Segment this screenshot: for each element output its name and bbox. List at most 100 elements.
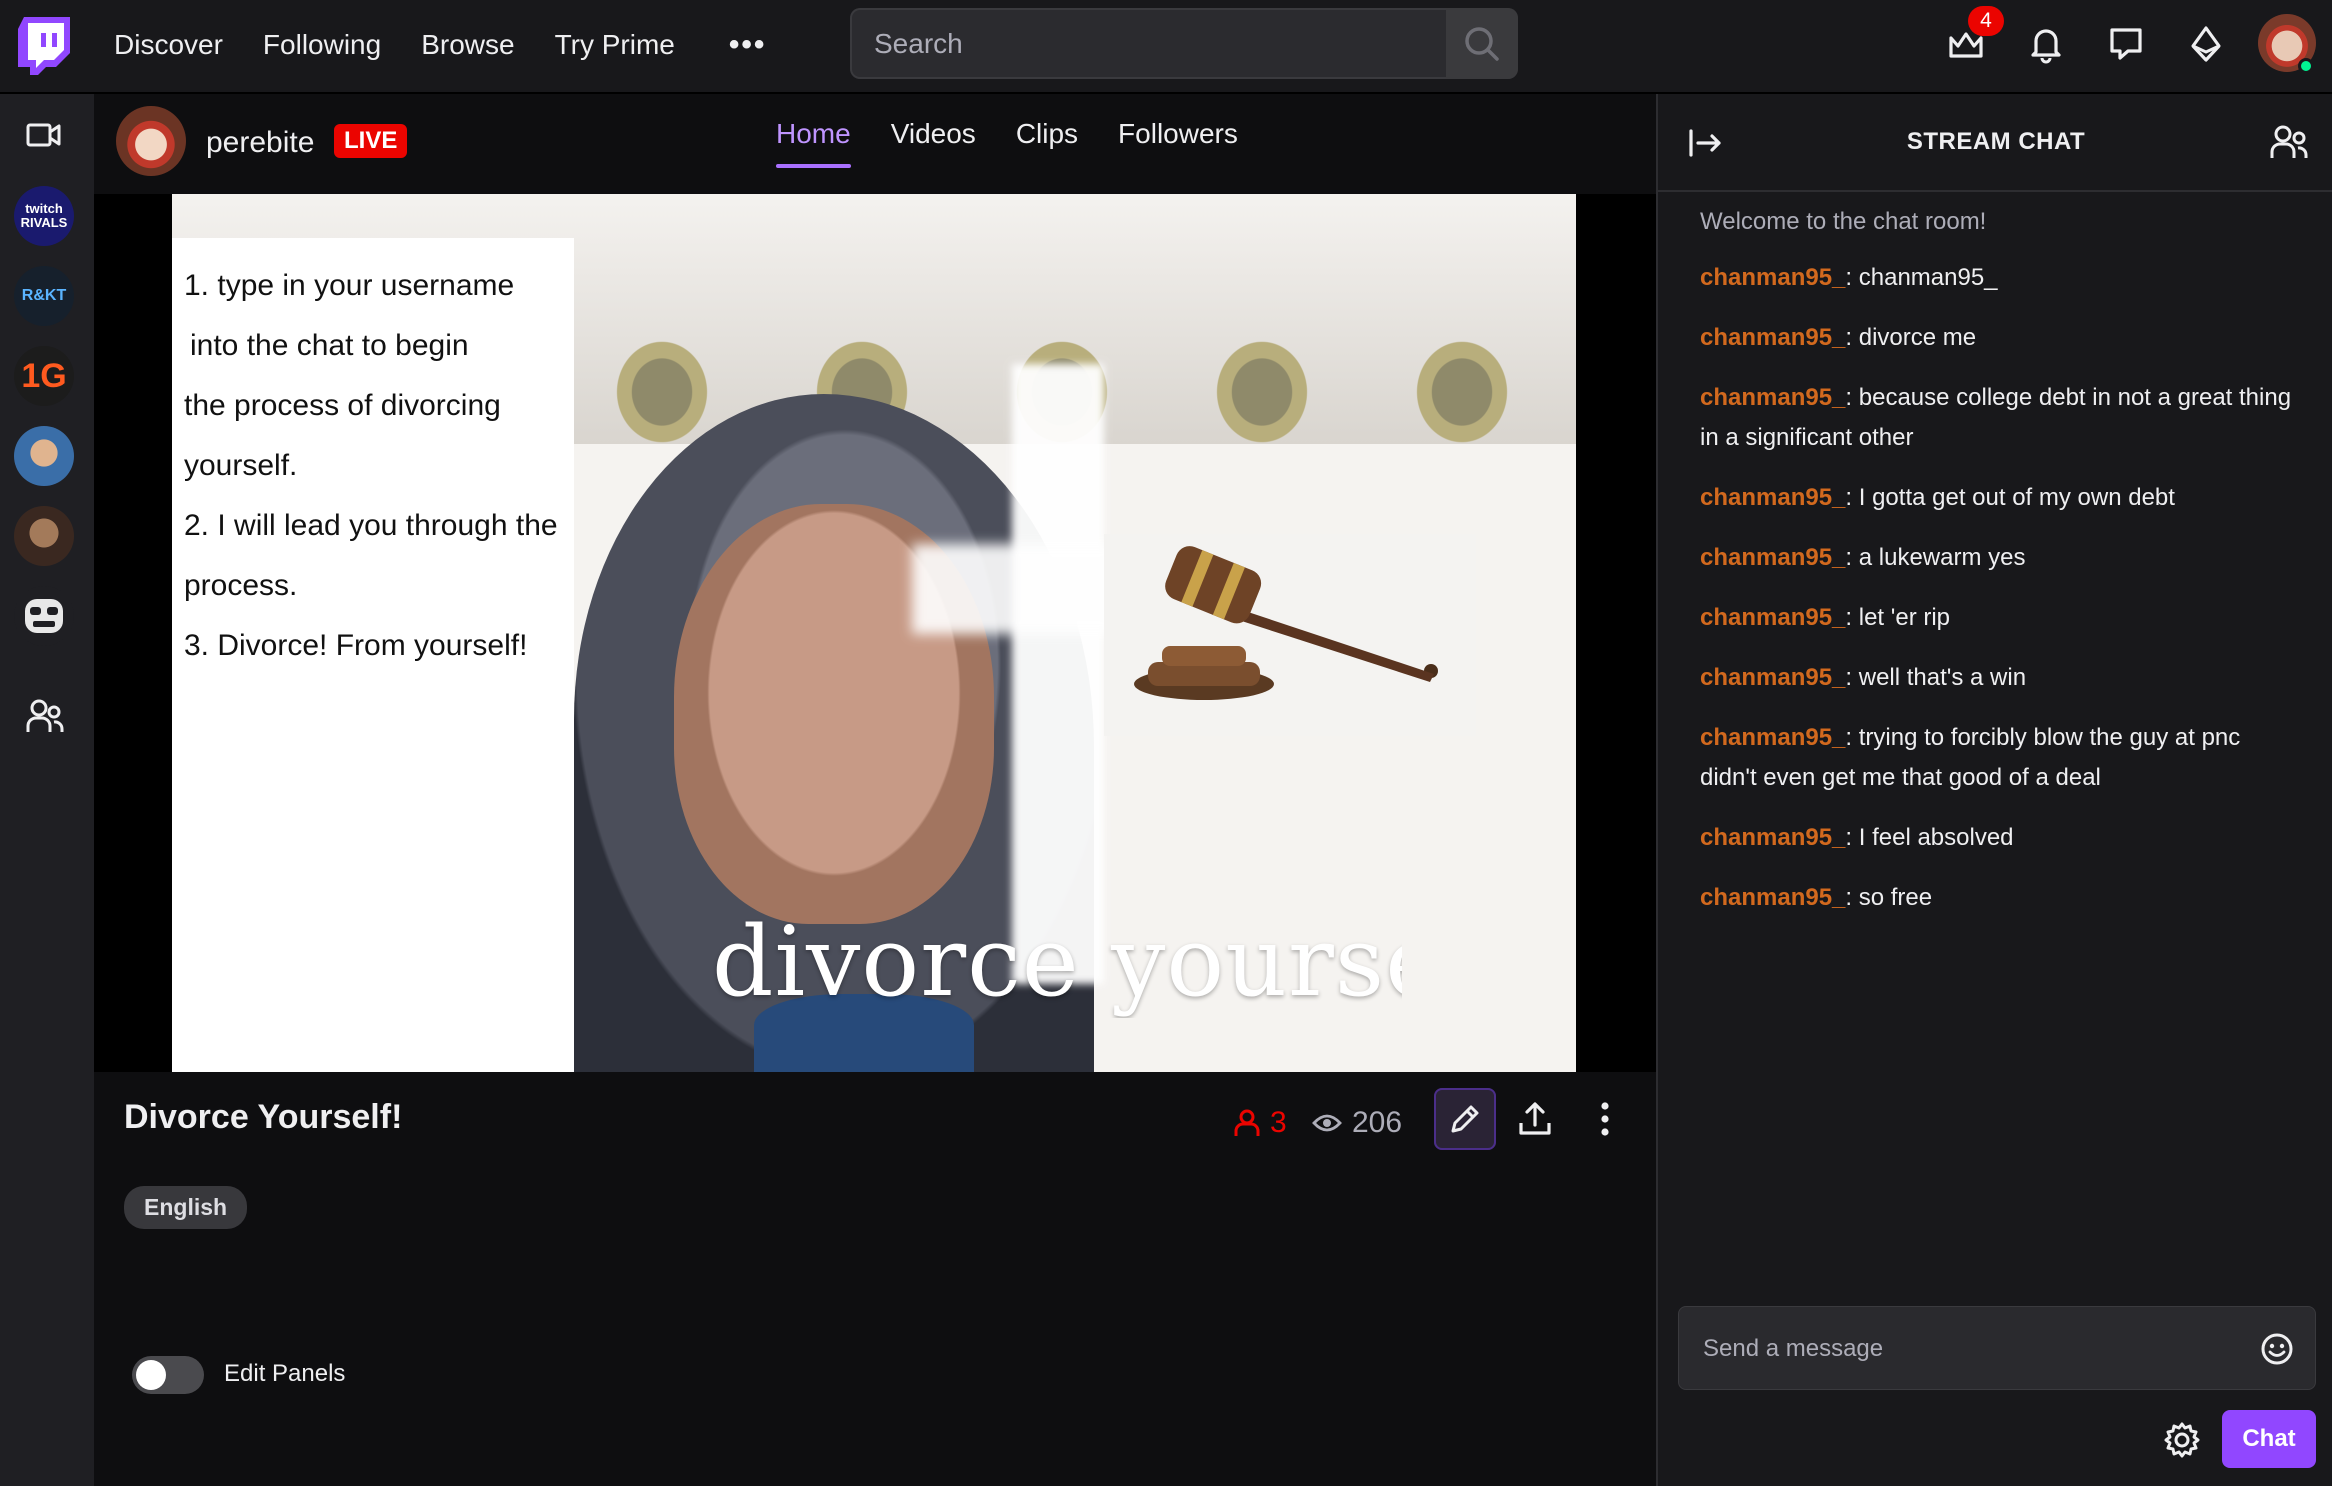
chat-message-text: : a lukewarm yes — [1845, 544, 2026, 571]
edit-panels-toggle[interactable] — [132, 1356, 204, 1394]
chat-message: chanman95_: so free — [1700, 878, 2300, 918]
cross-overlay-vertical — [1012, 364, 1104, 984]
stream-frame: 1. type in your username into the chat t… — [172, 194, 1576, 1072]
chat-message-list: Welcome to the chat room! chanman95_: ch… — [1700, 206, 2300, 938]
instruction-line: yourself. — [184, 449, 298, 482]
stream-chat-panel: STREAM CHAT Welcome to the chat room! ch… — [1656, 94, 2332, 1486]
chat-message: chanman95_: well that's a win — [1700, 658, 2300, 698]
video-overlay-caption: divorce yourse — [712, 906, 1402, 1018]
viewers-person-icon — [1234, 1109, 1260, 1136]
view-count: 206 — [1352, 1106, 1403, 1139]
instruction-line: 1. type in your username — [184, 269, 515, 302]
chat-message-text: : I gotta get out of my own debt — [1845, 484, 2175, 511]
total-views: 206 — [1312, 1106, 1402, 1140]
chat-settings-gear-icon[interactable] — [2162, 1420, 2202, 1460]
chat-username[interactable]: chanman95_ — [1700, 664, 1845, 691]
chat-message: chanman95_: divorce me — [1700, 318, 2300, 358]
eye-icon — [1312, 1114, 1342, 1132]
recommended-users-icon[interactable] — [26, 698, 64, 734]
community-users-icon[interactable] — [2270, 124, 2308, 160]
search-button[interactable] — [1446, 8, 1518, 79]
gavel-image — [1104, 534, 1476, 736]
chat-username[interactable]: chanman95_ — [1700, 604, 1845, 631]
chat-bubble-icon — [2110, 28, 2142, 60]
channel-avatar[interactable] — [116, 106, 186, 176]
chat-message: chanman95_: trying to forcibly blow the … — [1700, 718, 2300, 798]
sidebar-channel-rkt[interactable]: R&KT — [14, 266, 74, 326]
sidebar-channel-avatar-5[interactable] — [14, 506, 74, 566]
chat-username[interactable]: chanman95_ — [1700, 484, 1845, 511]
language-tag[interactable]: English — [124, 1186, 248, 1229]
twitch-rivals-logo: twitch RIVALS — [20, 201, 68, 230]
chat-username[interactable]: chanman95_ — [1700, 724, 1845, 751]
instructions-card: 1. type in your username into the chat t… — [172, 238, 574, 1072]
nav-discover[interactable]: Discover — [114, 29, 223, 61]
tab-videos[interactable]: Videos — [891, 118, 976, 168]
sidebar-channel-avatar-4[interactable] — [14, 426, 74, 486]
live-viewer-count: 3 — [1234, 1106, 1287, 1140]
bits-button[interactable] — [2186, 24, 2226, 64]
chat-message-text: : let 'er rip — [1845, 604, 1951, 631]
edit-stream-info-button[interactable] — [1434, 1088, 1496, 1150]
chat-welcome-message: Welcome to the chat room! — [1700, 208, 1987, 235]
bits-diamond-icon — [2191, 26, 2221, 62]
chat-message: chanman95_: I gotta get out of my own de… — [1700, 478, 2300, 518]
tab-clips[interactable]: Clips — [1016, 118, 1078, 168]
chat-header: STREAM CHAT — [1658, 94, 2332, 192]
nav-try-prime[interactable]: Try Prime — [555, 29, 675, 61]
twitch-logo-icon[interactable] — [18, 17, 70, 75]
nav-browse[interactable]: Browse — [421, 29, 514, 61]
bell-icon — [2031, 29, 2061, 64]
whispers-button[interactable] — [2106, 24, 2146, 64]
tab-followers[interactable]: Followers — [1118, 118, 1238, 168]
search-input[interactable] — [850, 8, 1446, 79]
tab-home[interactable]: Home — [776, 118, 851, 168]
chat-username[interactable]: chanman95_ — [1700, 324, 1845, 351]
chat-username[interactable]: chanman95_ — [1700, 884, 1845, 911]
search-icon — [1465, 26, 1499, 61]
stream-title: Divorce Yourself! — [124, 1098, 403, 1136]
viewer-count: 3 — [1270, 1106, 1287, 1139]
instruction-line: process. — [184, 569, 298, 602]
chat-username[interactable]: chanman95_ — [1700, 824, 1845, 851]
instruction-line: 2. I will lead you through the — [184, 509, 558, 542]
video-player[interactable]: 1. type in your username into the chat t… — [94, 194, 1656, 1072]
chat-username[interactable]: chanman95_ — [1700, 264, 1845, 291]
garland-decoration — [1392, 314, 1532, 444]
emote-picker-icon[interactable] — [2259, 1331, 2295, 1367]
chat-username[interactable]: chanman95_ — [1700, 384, 1845, 411]
video-camera-icon[interactable] — [26, 120, 62, 150]
more-menu-icon[interactable]: ••• — [729, 28, 767, 62]
chat-message: chanman95_: let 'er rip — [1700, 598, 2300, 638]
1g-logo: 1G — [21, 356, 67, 395]
pencil-icon — [1451, 1105, 1479, 1133]
share-button[interactable] — [1504, 1088, 1566, 1150]
nav-following[interactable]: Following — [263, 29, 381, 61]
primary-nav: Discover Following Browse Try Prime ••• — [114, 0, 766, 90]
more-options-button[interactable] — [1574, 1088, 1636, 1150]
chat-message: chanman95_: chanman95_ — [1700, 258, 2300, 298]
chat-message-input[interactable] — [1679, 1307, 2239, 1391]
gavel-icon — [1134, 546, 1438, 700]
channel-name[interactable]: perebite — [206, 126, 314, 160]
chat-message-text: : I feel absolved — [1845, 824, 2014, 851]
notification-count-badge: 4 — [1968, 6, 2004, 36]
chat-message-text: : well that's a win — [1845, 664, 2027, 691]
chat-message: chanman95_: because college debt in not … — [1700, 378, 2300, 458]
edit-panels-label: Edit Panels — [224, 1360, 346, 1387]
notifications-button[interactable] — [2026, 24, 2066, 64]
chat-message: chanman95_: a lukewarm yes — [1700, 538, 2300, 578]
share-upload-icon — [1519, 1102, 1551, 1135]
sidebar-channel-avatar-6[interactable] — [14, 586, 74, 646]
channel-tabs: Home Videos Clips Followers — [776, 118, 1238, 168]
chat-title: STREAM CHAT — [1906, 128, 2086, 155]
chat-input-box — [1678, 1306, 2316, 1391]
live-badge: LIVE — [334, 124, 408, 158]
rkt-logo: R&KT — [21, 287, 67, 304]
chat-message-text: : divorce me — [1845, 324, 1977, 351]
chat-message: chanman95_: I feel absolved — [1700, 818, 2300, 858]
send-chat-button[interactable]: Chat — [2222, 1410, 2316, 1468]
sidebar-channel-twitch-rivals[interactable]: twitch RIVALS — [14, 186, 74, 246]
sidebar-channel-1g[interactable]: 1G — [14, 346, 74, 406]
chat-username[interactable]: chanman95_ — [1700, 544, 1845, 571]
